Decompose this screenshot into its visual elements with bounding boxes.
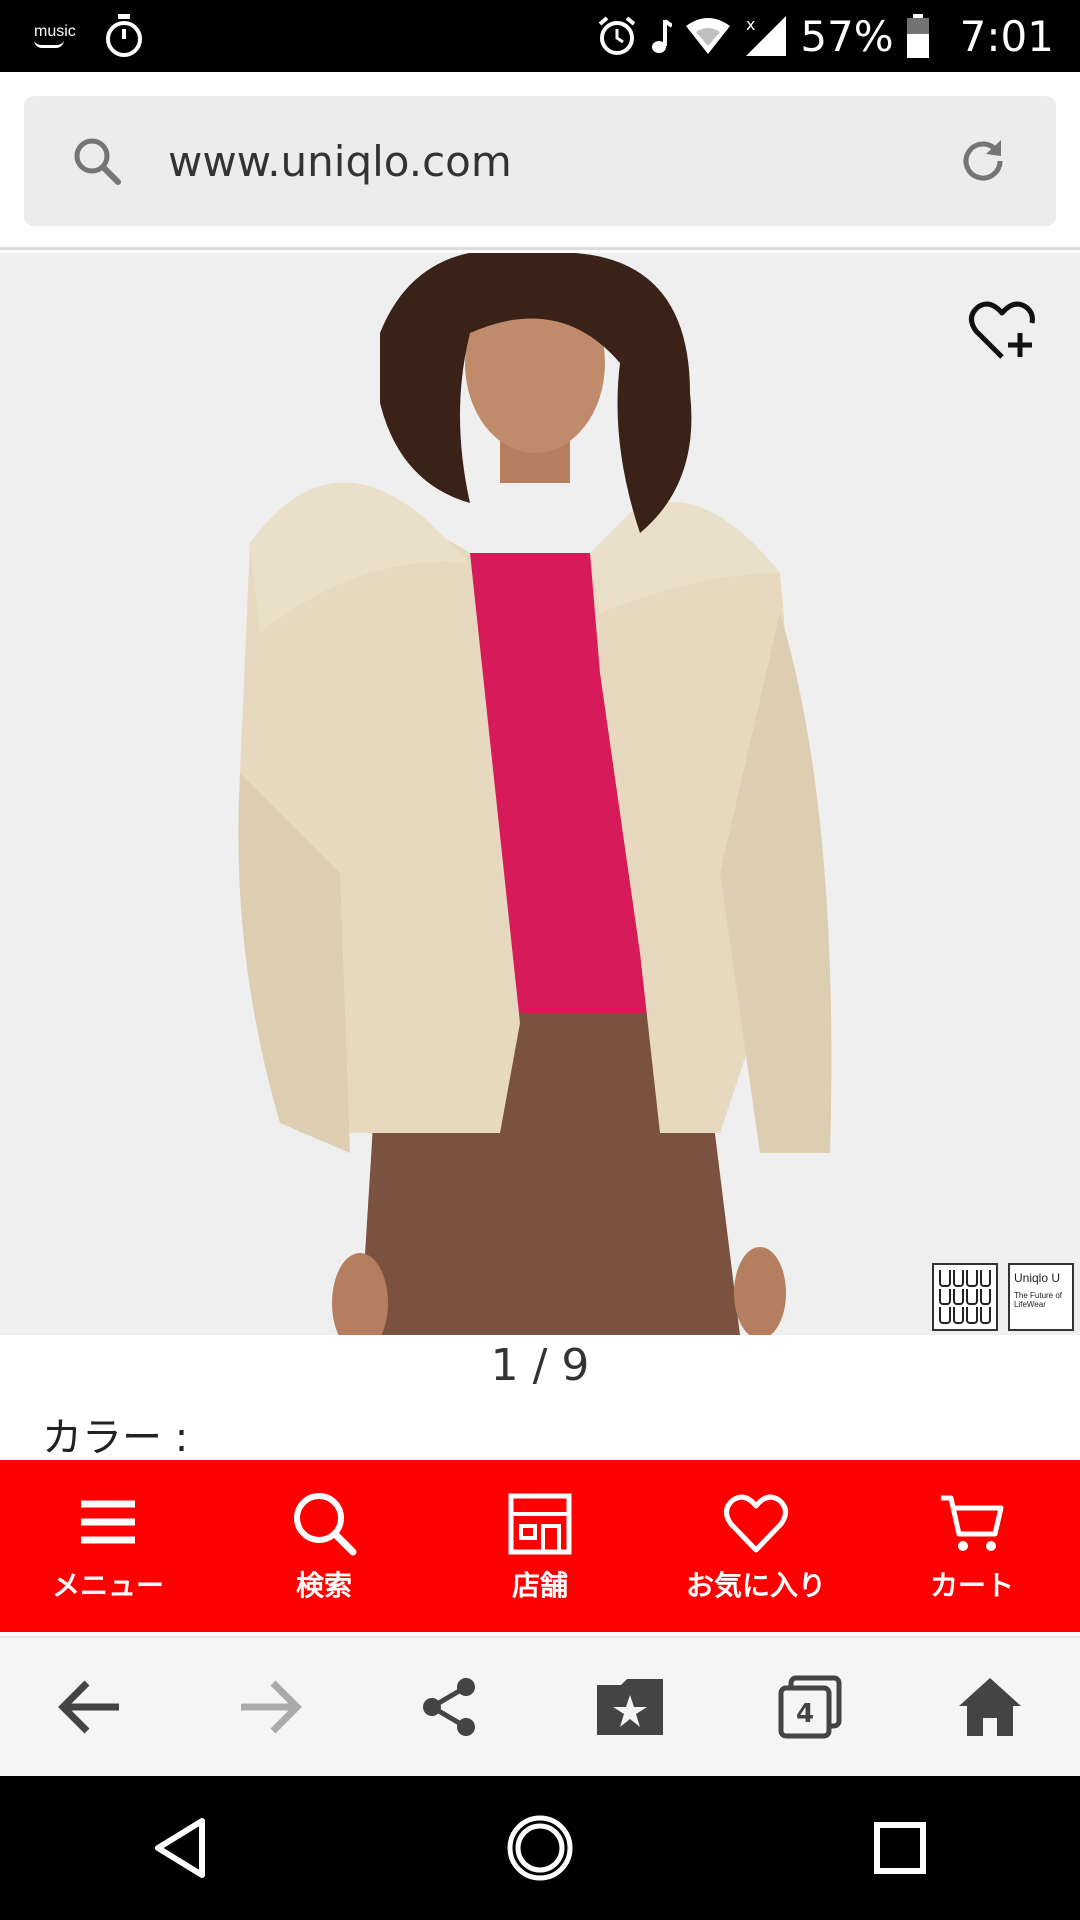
home-icon: [959, 1678, 1021, 1736]
system-back-button[interactable]: [135, 1803, 225, 1893]
android-nav-bar: [0, 1776, 1080, 1920]
add-to-wishlist-icon[interactable]: [968, 295, 1040, 367]
stopwatch-icon: [105, 14, 142, 57]
back-arrow-icon: [58, 1680, 119, 1734]
nav-search[interactable]: 検索: [216, 1460, 432, 1632]
badge-tagline: The Future of LifeWear: [1014, 1291, 1063, 1309]
color-label: カラー :: [42, 1415, 189, 1461]
home-button[interactable]: [945, 1662, 1035, 1752]
bookmarks-button[interactable]: [585, 1662, 675, 1752]
uniqlo-u-badge: Uniqlo U The Future of LifeWear: [1008, 1263, 1074, 1331]
music-label: music: [34, 22, 76, 40]
alarm-icon: [599, 16, 636, 55]
forward-button[interactable]: [225, 1662, 315, 1752]
browser-toolbar: 4: [0, 1636, 1080, 1776]
heart-icon: [724, 1494, 788, 1553]
nav-stores[interactable]: 店舗: [432, 1460, 648, 1632]
uniqlo-u-logo: [932, 1263, 998, 1331]
url-text[interactable]: www.uniqlo.com: [168, 137, 512, 186]
battery-icon: [906, 14, 929, 58]
back-button[interactable]: [45, 1662, 135, 1752]
product-image[interactable]: Uniqlo U The Future of LifeWear: [0, 253, 1080, 1335]
share-icon: [423, 1678, 475, 1736]
nav-search-label: 検索: [295, 1569, 352, 1602]
system-recents-button[interactable]: [855, 1803, 945, 1893]
nav-stores-label: 店舗: [511, 1569, 568, 1602]
clock: 7:01: [959, 11, 1054, 61]
svg-text:x: x: [746, 15, 755, 34]
tabs-icon: 4: [778, 1675, 842, 1739]
triangle-back-icon: [155, 1818, 205, 1878]
store-icon: [508, 1493, 572, 1555]
search-icon: [74, 138, 121, 185]
cart-icon: [941, 1495, 1004, 1551]
nav-cart[interactable]: カート: [864, 1460, 1080, 1632]
image-pager: 1 / 9: [490, 1340, 590, 1391]
system-home-button[interactable]: [495, 1803, 585, 1893]
signal-icon: x: [746, 15, 787, 56]
nav-favorites-label: お気に入り: [685, 1569, 826, 1602]
amazon-music-icon: music: [34, 22, 76, 48]
music-note-icon: [652, 19, 673, 53]
bookmark-folder-icon: [597, 1679, 663, 1735]
badge-brand: Uniqlo U: [1014, 1271, 1061, 1285]
status-bar: music x 57% 7:01: [0, 0, 1080, 72]
square-recents-icon: [874, 1822, 926, 1874]
nav-favorites[interactable]: お気に入り: [648, 1460, 864, 1632]
nav-cart-label: カート: [929, 1569, 1014, 1602]
product-photo: [0, 253, 1080, 1335]
share-button[interactable]: [405, 1662, 495, 1752]
forward-arrow-icon: [241, 1680, 302, 1734]
wifi-icon: [686, 18, 731, 54]
battery-percent: 57%: [800, 11, 894, 61]
reload-icon[interactable]: [956, 134, 1010, 188]
address-bar[interactable]: www.uniqlo.com: [24, 96, 1056, 226]
site-bottom-nav: メニュー 検索 店舗 お気に入り カート: [0, 1460, 1080, 1632]
tab-count: 4: [796, 1699, 814, 1729]
search-icon: [294, 1493, 357, 1556]
nav-menu-label: メニュー: [51, 1569, 164, 1602]
tabs-button[interactable]: 4: [765, 1662, 855, 1752]
circle-home-icon: [507, 1815, 573, 1881]
nav-menu[interactable]: メニュー: [0, 1460, 216, 1632]
address-bar-area: www.uniqlo.com: [0, 72, 1080, 250]
menu-icon: [81, 1500, 135, 1544]
